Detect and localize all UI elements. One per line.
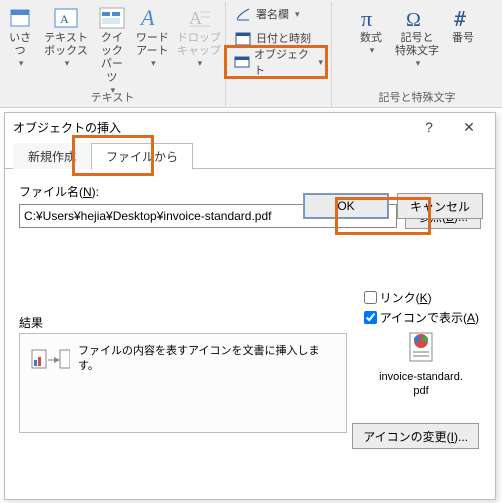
ribbon-group-insert-extra: 署名欄 ▾ 日付と時刻 オブジェクト ▾ . (226, 2, 332, 107)
aisatsu-label: いさつ (4, 32, 36, 58)
wordart-button[interactable]: A ワード アート ▾ (132, 2, 173, 71)
omega-icon: Ω (401, 4, 433, 32)
result-frame: ファイルの内容を表すアイコンを文書に挿入します。 (19, 333, 347, 433)
ribbon: いさつ ▾ A テキスト ボックス ▾ クイック パーツ ▾ A (0, 0, 502, 108)
icon-preview-caption: invoice-standard.pdf (379, 371, 463, 399)
pdf-file-icon (400, 327, 442, 367)
signature-icon (234, 5, 252, 23)
object-label: オブジェクト (254, 46, 312, 78)
change-icon-button[interactable]: アイコンの変更(I)... (352, 423, 479, 449)
dialog-tabs: 新規作成 ファイルから (5, 143, 495, 169)
link-checkbox[interactable] (364, 291, 377, 304)
dialog-buttons: OK キャンセル (303, 193, 483, 219)
equation-label: 数式 (360, 32, 382, 45)
result-illustration-icon (30, 344, 70, 376)
link-checkbox-label[interactable]: リンク(K) (364, 289, 479, 306)
svg-text:#: # (454, 7, 466, 31)
dropdown-caret: ▾ (19, 58, 24, 69)
display-as-icon-checkbox[interactable] (364, 311, 377, 324)
dropcap-label: ドロップ キャップ (177, 32, 221, 58)
svg-text:π: π (361, 6, 372, 31)
icon-preview: invoice-standard.pdf (363, 327, 479, 399)
svg-text:Ω: Ω (406, 9, 421, 31)
number-button[interactable]: # 番号 (443, 2, 483, 47)
ok-button[interactable]: OK (303, 193, 389, 219)
options-checks: リンク(K) アイコンで表示(A) (364, 289, 479, 329)
dropdown-caret: ▾ (295, 9, 300, 20)
tab-from-file[interactable]: ファイルから (91, 143, 193, 170)
display-as-icon-checkbox-label[interactable]: アイコンで表示(A) (364, 309, 479, 326)
dropdown-caret: ▾ (111, 85, 116, 96)
aisatsu-icon (4, 4, 36, 32)
signature-label: 署名欄 (256, 6, 289, 22)
calendar-icon (234, 29, 252, 47)
svg-text:A: A (60, 12, 69, 26)
wordart-icon: A (136, 4, 168, 32)
result-title: 結果 (19, 314, 349, 331)
result-section: 結果 ファイルの内容を表すアイコンを文書に挿入します。 (19, 314, 349, 439)
textbox-button[interactable]: A テキスト ボックス ▾ (40, 2, 92, 71)
dialog-body: ファイル名(N): 参照(B)... リンク(K) アイコンで表示(A) 結果 (5, 169, 495, 229)
number-label: 番号 (452, 32, 474, 45)
aisatsu-button[interactable]: いさつ ▾ (0, 2, 40, 71)
dropdown-caret: ▾ (65, 58, 70, 69)
quickparts-icon (96, 4, 128, 32)
object-button[interactable]: オブジェクト ▾ (230, 50, 327, 74)
dialog-title: オブジェクトの挿入 (13, 119, 409, 136)
textbox-icon: A (50, 4, 82, 32)
wordart-label: ワード アート (136, 32, 169, 58)
pi-icon: π (355, 4, 387, 32)
dropcap-button[interactable]: A ドロップ キャップ ▾ (173, 2, 225, 71)
symbol-button[interactable]: Ω 記号と 特殊文字 ▾ (391, 2, 443, 71)
cancel-button[interactable]: キャンセル (397, 193, 483, 219)
object-icon (234, 53, 250, 71)
help-button[interactable]: ? (409, 114, 449, 140)
close-button[interactable]: ✕ (449, 114, 489, 140)
svg-text:A: A (189, 8, 202, 28)
dropdown-caret: ▾ (151, 58, 156, 69)
tab-new[interactable]: 新規作成 (13, 143, 91, 169)
dialog-titlebar: オブジェクトの挿入 ? ✕ (5, 113, 495, 141)
ribbon-group-text: いさつ ▾ A テキスト ボックス ▾ クイック パーツ ▾ A (0, 2, 226, 107)
quickparts-label: クイック パーツ (96, 32, 128, 85)
insert-object-dialog: オブジェクトの挿入 ? ✕ 新規作成 ファイルから ファイル名(N): 参照(B… (4, 112, 496, 500)
ribbon-group-symbols: π 数式 ▾ Ω 記号と 特殊文字 ▾ # 番号 記号と特殊文字 (332, 2, 502, 107)
dropdown-caret: ▾ (370, 45, 375, 56)
signature-line-button[interactable]: 署名欄 ▾ (230, 2, 304, 26)
hash-icon: # (447, 4, 479, 32)
symbol-label: 記号と 特殊文字 (395, 32, 439, 58)
equation-button[interactable]: π 数式 ▾ (351, 2, 391, 58)
group-symbols-label: 記号と特殊文字 (379, 89, 456, 107)
quickparts-button[interactable]: クイック パーツ ▾ (92, 2, 132, 98)
dropdown-caret: ▾ (198, 58, 203, 69)
result-text: ファイルの内容を表すアイコンを文書に挿入します。 (78, 344, 336, 375)
textbox-label: テキスト ボックス (44, 32, 88, 58)
dropdown-caret: ▾ (318, 57, 323, 68)
dropcap-icon: A (183, 4, 215, 32)
svg-text:A: A (139, 5, 155, 30)
dropdown-caret: ▾ (416, 58, 421, 69)
datetime-label: 日付と時刻 (256, 30, 311, 46)
